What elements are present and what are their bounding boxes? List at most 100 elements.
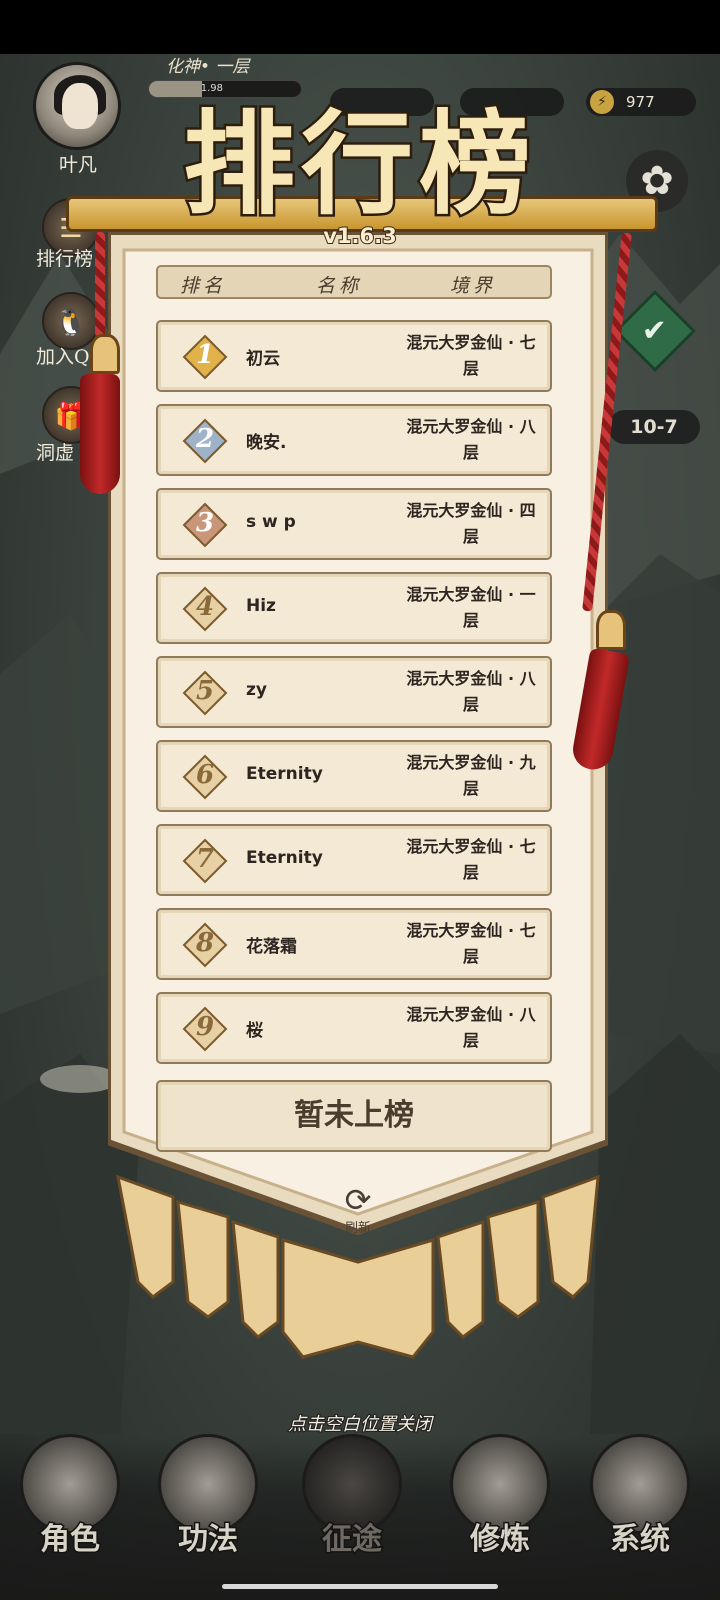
player-realm: 混元大罗金仙 · 八层 — [396, 666, 546, 718]
rank-medal-icon: 8 — [182, 922, 228, 968]
rank-medal-icon: 9 — [182, 1006, 228, 1052]
realm-line-1: 混元大罗金仙 · 七 — [406, 837, 536, 856]
leaderboard-row[interactable]: 5 zy 混元大罗金仙 · 八层 — [156, 656, 552, 728]
rank-number: 1 — [195, 340, 215, 370]
leaderboard-row[interactable]: 2 晚安. 混元大罗金仙 · 八层 — [156, 404, 552, 476]
realm-line-2: 层 — [462, 527, 479, 546]
player-realm: 混元大罗金仙 · 四层 — [396, 498, 546, 550]
realm-line-1: 混元大罗金仙 · 八 — [406, 1005, 536, 1024]
player-realm: 混元大罗金仙 · 八层 — [396, 1002, 546, 1054]
stage-indicator: 10-7 — [608, 410, 700, 444]
rank-medal-icon: 6 — [182, 754, 228, 800]
leaderboard-row[interactable]: 4 Hiz 混元大罗金仙 · 一层 — [156, 572, 552, 644]
ranking-button-label: 排行榜 — [36, 248, 94, 270]
status-bar — [0, 0, 720, 54]
realm-line-1: 混元大罗金仙 · 七 — [406, 921, 536, 940]
realm-line-2: 层 — [462, 1031, 479, 1050]
player-name: 晚安. — [246, 433, 287, 453]
leaderboard-header: 排名 名称 境界 — [156, 265, 552, 299]
realm-line-1: 混元大罗金仙 · 九 — [406, 753, 536, 772]
realm-line-2: 层 — [462, 863, 479, 882]
realm-line-1: 混元大罗金仙 · 一 — [406, 585, 536, 604]
rank-medal-icon: 5 — [182, 670, 228, 716]
rank-number: 6 — [195, 760, 215, 790]
rank-number: 2 — [195, 424, 215, 454]
header-realm: 境界 — [450, 275, 497, 297]
player-realm: 混元大罗金仙 · 一层 — [396, 582, 546, 634]
rank-medal-icon: 2 — [182, 418, 228, 464]
player-realm: 混元大罗金仙 · 九层 — [396, 750, 546, 802]
leaderboard-row[interactable]: 3 s w p 混元大罗金仙 · 四层 — [156, 488, 552, 560]
realm-line-2: 层 — [462, 443, 479, 462]
left-tassel-rope — [95, 232, 105, 342]
player-name: s w p — [246, 512, 296, 532]
rank-medal-icon: 3 — [182, 502, 228, 548]
nav-journey-label: 征途 — [321, 1521, 384, 1559]
player-realm: 混元大罗金仙 · 七层 — [396, 834, 546, 886]
leaderboard-row[interactable]: 1 初云 混元大罗金仙 · 七层 — [156, 320, 552, 392]
left-tassel-bell — [90, 334, 120, 374]
nav-system[interactable]: 系统 — [580, 1428, 700, 1588]
realm-line-1: 混元大罗金仙 · 四 — [406, 501, 536, 520]
realm-line-2: 层 — [462, 695, 479, 714]
realm-line-2: 层 — [462, 611, 479, 630]
header-rank: 排名 — [180, 275, 227, 297]
lightning-icon: ⚡ — [590, 90, 614, 114]
player-name: Eternity — [246, 764, 323, 784]
player-avatar[interactable] — [33, 62, 121, 150]
energy-value: 977 — [626, 93, 655, 111]
rank-number: 7 — [195, 844, 215, 874]
penguin-icon: 🐧 — [54, 308, 88, 338]
refresh-icon: ⟳ — [344, 1181, 372, 1219]
nav-role-label: 角色 — [39, 1521, 102, 1559]
nav-journey[interactable]: 征途 — [292, 1428, 412, 1588]
check-icon: ✔ — [641, 313, 667, 349]
player-realm: 混元大罗金仙 · 七层 — [396, 918, 546, 970]
rank-number: 8 — [195, 928, 215, 958]
rank-medal-icon: 4 — [182, 586, 228, 632]
left-tassel — [80, 374, 120, 494]
player-name: 花落霜 — [246, 937, 297, 957]
leaderboard-row[interactable]: 9 桜 混元大罗金仙 · 八层 — [156, 992, 552, 1064]
refresh-label: 刷新 — [344, 1221, 371, 1236]
nav-system-label: 系统 — [609, 1521, 672, 1559]
player-realm: 混元大罗金仙 · 八层 — [396, 414, 546, 466]
version-label: v1.6.3 — [322, 223, 397, 249]
player-name: 叶凡 — [58, 154, 97, 176]
home-indicator[interactable] — [222, 1584, 498, 1589]
nav-cultivation[interactable]: 修炼 — [440, 1428, 560, 1588]
realm-line-1: 混元大罗金仙 · 七 — [406, 333, 536, 352]
rank-medal-icon: 1 — [182, 334, 228, 380]
leaderboard-row[interactable]: 7 Eternity 混元大罗金仙 · 七层 — [156, 824, 552, 896]
rank-number: 9 — [195, 1012, 215, 1042]
leaderboard-row[interactable]: 8 花落霜 混元大罗金仙 · 七层 — [156, 908, 552, 980]
realm-line-2: 层 — [462, 359, 479, 378]
header-name: 名称 — [316, 275, 363, 297]
nav-role[interactable]: 角色 — [10, 1428, 130, 1588]
gift-button-label: 洞虚 — [36, 442, 75, 464]
join-qq-label: 加入Q — [36, 346, 90, 368]
nav-skills-label: 功法 — [177, 1521, 240, 1559]
energy-pill[interactable]: ⚡ 977 — [586, 88, 696, 116]
player-name: zy — [246, 680, 267, 700]
realm-line-2: 层 — [462, 947, 479, 966]
player-name: 桜 — [246, 1021, 263, 1041]
realm-line-2: 层 — [462, 779, 479, 798]
leaderboard-title: 排行榜 — [181, 97, 537, 233]
realm-line-1: 混元大罗金仙 · 八 — [406, 669, 536, 688]
nav-skills[interactable]: 功法 — [148, 1428, 268, 1588]
nav-cultivation-label: 修炼 — [469, 1521, 532, 1559]
rank-number: 3 — [195, 508, 215, 538]
player-realm: 混元大罗金仙 · 七层 — [396, 330, 546, 382]
my-rank-status: 暂未上榜 — [156, 1080, 552, 1152]
player-name: Eternity — [246, 848, 323, 868]
rank-medal-icon: 7 — [182, 838, 228, 884]
realm-line-1: 混元大罗金仙 · 八 — [406, 417, 536, 436]
leaderboard-row[interactable]: 6 Eternity 混元大罗金仙 · 九层 — [156, 740, 552, 812]
avatar-face — [62, 83, 98, 129]
right-tassel-bell — [596, 610, 626, 650]
rank-number: 4 — [195, 592, 215, 622]
player-name: Hiz — [246, 596, 276, 616]
rank-number: 5 — [195, 676, 215, 706]
refresh-button[interactable]: ⟳ 刷新 — [330, 1183, 386, 1239]
